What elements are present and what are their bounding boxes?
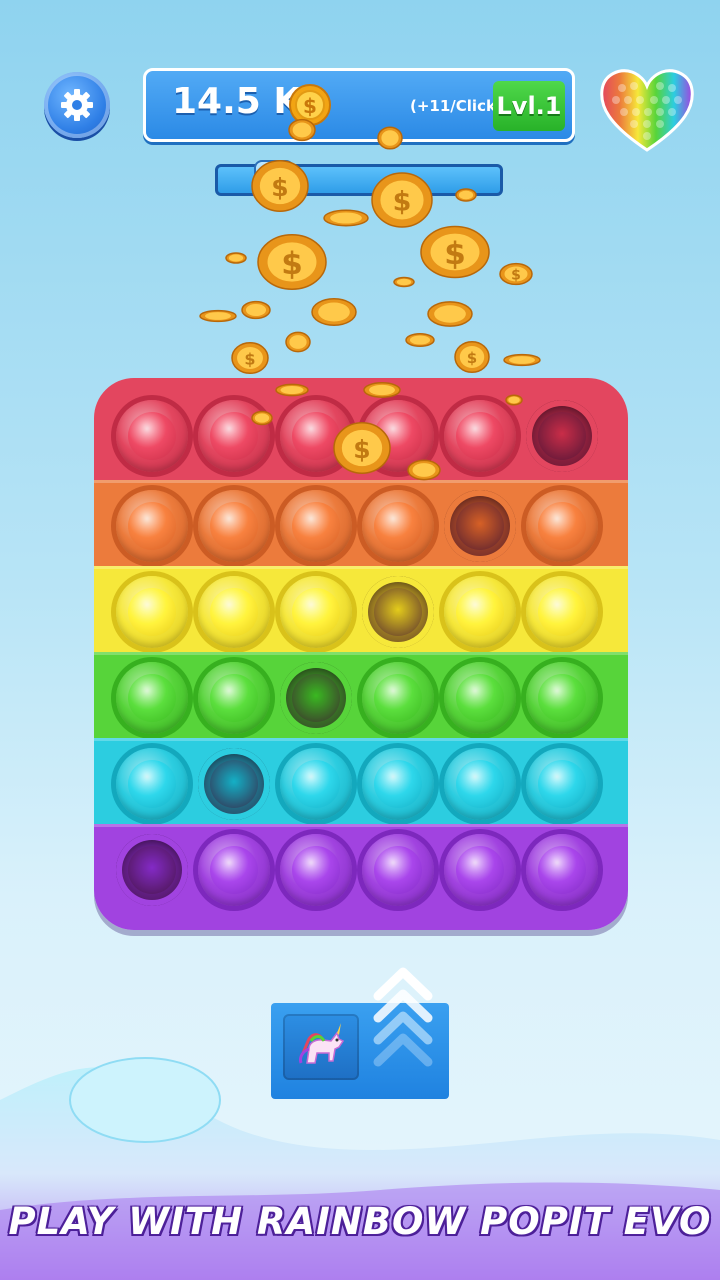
skin-heart-button[interactable]	[598, 66, 696, 158]
coin-icon: $	[289, 84, 331, 126]
popit-bubble[interactable]	[116, 490, 188, 562]
score-value: 14.5 K	[172, 81, 302, 122]
coin-icon: $	[231, 341, 269, 375]
popit-bubble[interactable]	[116, 400, 188, 472]
popit-bubble[interactable]	[198, 576, 270, 648]
popit-bubble[interactable]	[362, 490, 434, 562]
per-click-label: (+11/Click)	[410, 97, 503, 115]
popit-bubble[interactable]	[280, 834, 352, 906]
svg-text:$: $	[303, 94, 317, 118]
coin-icon: $	[499, 262, 533, 286]
popit-bubble[interactable]	[526, 490, 598, 562]
rainbow-heart-icon	[600, 69, 694, 152]
popit-bubble[interactable]	[444, 834, 516, 906]
popped-bubble[interactable]	[280, 662, 352, 734]
popit-bubble[interactable]	[362, 834, 434, 906]
coin-icon: $	[454, 340, 490, 374]
popit-bubble[interactable]	[526, 748, 598, 820]
popped-bubble[interactable]	[116, 834, 188, 906]
coin-icon: $	[257, 234, 327, 290]
progress-handle[interactable]: ◀ ▶	[254, 160, 295, 200]
popit-bubble[interactable]	[362, 662, 434, 734]
coin-icon	[427, 301, 473, 327]
coin-icon: $	[420, 225, 490, 279]
svg-text:$: $	[281, 246, 303, 282]
popit-bubble[interactable]	[116, 748, 188, 820]
coin-icon	[503, 353, 541, 367]
coin-icon	[405, 332, 435, 348]
popit-row	[94, 738, 628, 827]
popit-bubble[interactable]	[444, 576, 516, 648]
svg-text:$: $	[244, 349, 255, 368]
popit-row	[94, 652, 628, 741]
popped-bubble[interactable]	[444, 490, 516, 562]
popit-row	[94, 480, 628, 569]
popit-row	[94, 566, 628, 655]
popit-bubble[interactable]	[198, 490, 270, 562]
popit-bubble[interactable]	[280, 576, 352, 648]
popped-bubble[interactable]	[198, 748, 270, 820]
coin-icon	[311, 298, 357, 326]
popit-bubble[interactable]	[280, 400, 352, 472]
popit-bubble[interactable]	[116, 576, 188, 648]
popit-bubble[interactable]	[280, 748, 352, 820]
coin-icon	[199, 309, 237, 323]
chevron-up-icon	[373, 967, 433, 1067]
popit-bubble[interactable]	[198, 662, 270, 734]
popit-bubble[interactable]	[526, 576, 598, 648]
popit-bubble[interactable]	[526, 834, 598, 906]
coin-icon	[225, 252, 247, 264]
popit-bubble[interactable]	[198, 834, 270, 906]
popit-bubble[interactable]	[362, 400, 434, 472]
gear-icon	[61, 89, 93, 121]
popit-bubble[interactable]	[198, 400, 270, 472]
svg-text:$: $	[467, 349, 477, 367]
unicorn-icon	[299, 1023, 345, 1064]
popit-row	[94, 378, 628, 480]
settings-button[interactable]	[44, 72, 110, 138]
popit-bubble[interactable]	[444, 662, 516, 734]
arrow-right-icon: ▶	[275, 172, 286, 188]
score-panel: 14.5 K $ (+11/Click) Lvl.1	[143, 68, 575, 142]
popit-board[interactable]	[94, 378, 628, 930]
popit-bubble[interactable]	[362, 748, 434, 820]
coin-icon	[285, 331, 311, 353]
coin-icon	[393, 276, 415, 288]
level-badge: Lvl.1	[493, 81, 565, 131]
popped-bubble[interactable]	[526, 400, 598, 472]
unicorn-skin-slot[interactable]	[283, 1014, 359, 1080]
popit-bubble[interactable]	[444, 748, 516, 820]
svg-text:$: $	[511, 268, 521, 284]
popit-bubble[interactable]	[444, 400, 516, 472]
promo-tagline: PLAY WITH RAINBOW POPIT EVO	[8, 1200, 712, 1243]
arrow-left-icon: ◀	[263, 172, 274, 188]
popit-bubble[interactable]	[526, 662, 598, 734]
popit-row	[94, 824, 628, 930]
popit-bubble[interactable]	[280, 490, 352, 562]
coin-icon	[241, 300, 271, 320]
coin-icon	[323, 209, 369, 227]
svg-text:$: $	[444, 236, 466, 272]
popped-bubble[interactable]	[362, 576, 434, 648]
popit-bubble[interactable]	[116, 662, 188, 734]
